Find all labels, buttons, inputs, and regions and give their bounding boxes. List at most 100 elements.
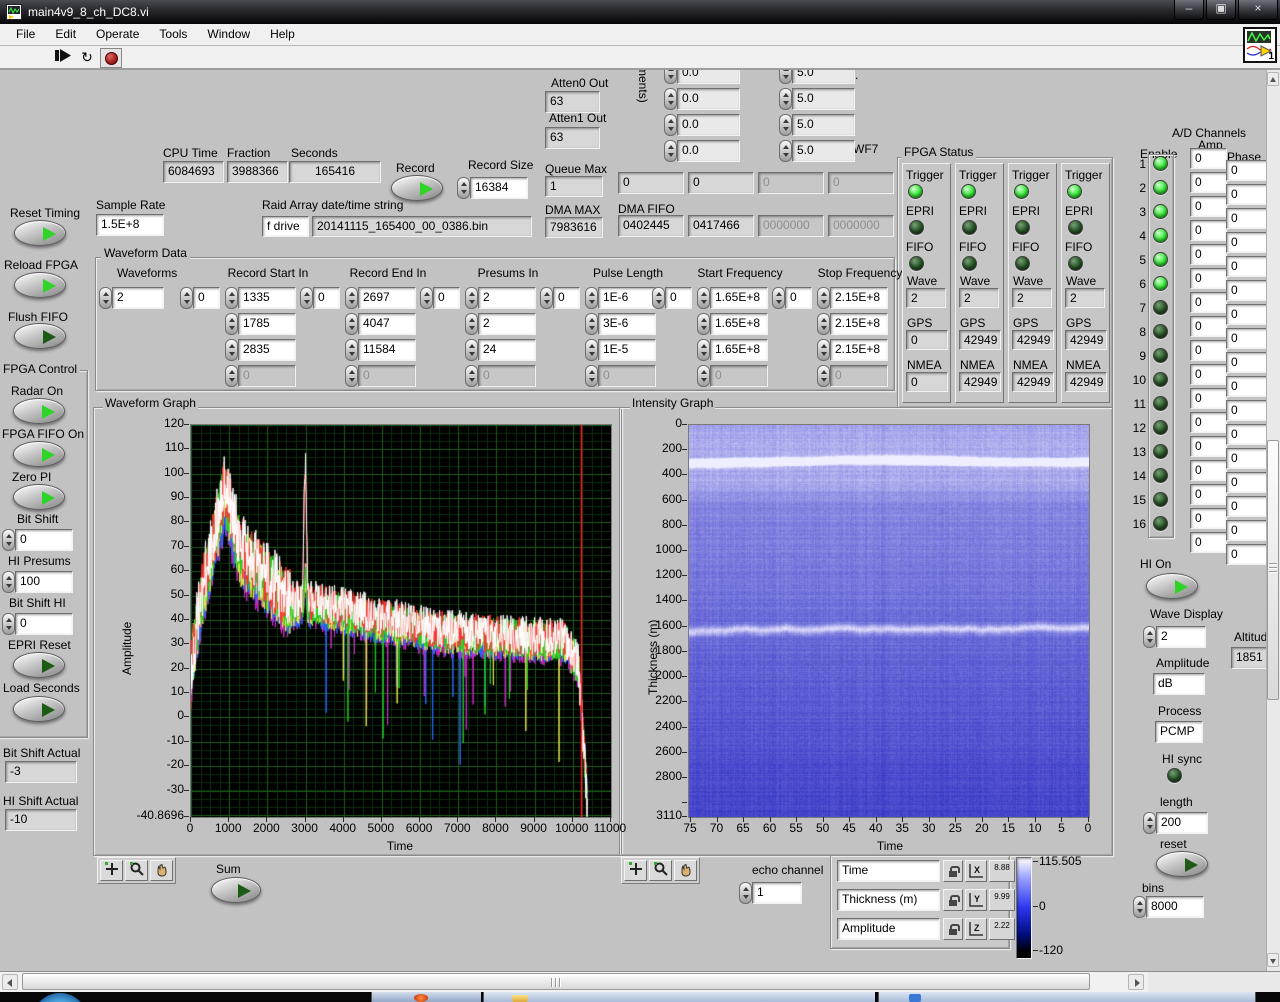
start-frequency-index-stepper[interactable] (652, 287, 665, 309)
wf-amp-stepper[interactable] (779, 114, 792, 136)
stop-frequency-stepper[interactable] (817, 339, 830, 361)
axis-name-field-z[interactable]: Amplitude (837, 918, 940, 940)
zero-pi-toggle[interactable] (13, 484, 65, 510)
start-frequency-field[interactable]: 1.65E+8 (710, 313, 768, 335)
record-start-in-field[interactable]: 1335 (238, 287, 296, 309)
ad-phase-field[interactable]: 0 (1226, 496, 1270, 517)
ad-phase-field[interactable]: 0 (1226, 280, 1270, 301)
menu-window[interactable]: Window (197, 24, 260, 45)
bit-shift-field[interactable]: 0 (15, 529, 73, 551)
ad-enable-led[interactable] (1153, 324, 1168, 339)
windows-taskbar[interactable] (0, 992, 1280, 1002)
pulse-length-stepper[interactable] (585, 365, 598, 387)
axis-format-button-z[interactable]: 2.22 (989, 918, 1015, 940)
abort-button[interactable] (100, 48, 122, 68)
intensity-plot-canvas[interactable] (688, 424, 1090, 818)
ad-enable-led[interactable] (1153, 468, 1168, 483)
reset-toggle[interactable] (1156, 851, 1208, 877)
start-frequency-index-field[interactable]: 0 (665, 287, 692, 309)
ad-amp-field[interactable]: 0 (1190, 196, 1227, 217)
wf-step-stepper[interactable] (664, 88, 677, 110)
wf-amp-stepper[interactable] (779, 88, 792, 110)
ad-amp-field[interactable]: 0 (1190, 484, 1227, 505)
ad-phase-field[interactable]: 0 (1226, 400, 1270, 421)
record-start-in-field[interactable]: 1785 (238, 313, 296, 335)
presums-in-index-stepper[interactable] (420, 287, 433, 309)
bins-stepper[interactable] (1133, 896, 1146, 918)
record-size-stepper[interactable] (457, 177, 470, 199)
presums-in-stepper[interactable] (465, 313, 478, 335)
bit-shift-hi-field[interactable]: 0 (15, 613, 73, 635)
ad-phase-field[interactable]: 0 (1226, 352, 1270, 373)
ad-phase-field[interactable]: 0 (1226, 184, 1270, 205)
axis-name-field-x[interactable]: Time (837, 860, 940, 882)
stop-frequency-stepper[interactable] (817, 365, 830, 387)
pulse-length-field[interactable]: 1E-6 (598, 287, 656, 309)
intensity-zoom-tool[interactable] (649, 860, 672, 881)
pulse-length-index-field[interactable]: 0 (553, 287, 580, 309)
fpga-fifo-on-toggle[interactable] (13, 441, 65, 467)
stop-frequency-field[interactable]: 2.15E+8 (830, 287, 888, 309)
record-end-in-field[interactable]: 2697 (358, 287, 416, 309)
load-seconds-toggle[interactable] (13, 696, 65, 722)
ad-enable-led[interactable] (1153, 156, 1168, 171)
ad-amp-field[interactable]: 0 (1190, 508, 1227, 529)
process-field[interactable]: PCMP (1155, 721, 1203, 743)
waveform-crosshair-tool[interactable] (100, 860, 123, 881)
wf-step-stepper[interactable] (664, 140, 677, 162)
ad-enable-led[interactable] (1153, 252, 1168, 267)
record-end-in-stepper[interactable] (345, 339, 358, 361)
record-start-in-index-field[interactable]: 0 (193, 287, 220, 309)
record-start-in-stepper[interactable] (225, 339, 238, 361)
stop-frequency-stepper[interactable] (817, 313, 830, 335)
ad-amp-field[interactable]: 0 (1190, 412, 1227, 433)
bit-shift-stepper[interactable] (2, 529, 15, 551)
presums-in-field[interactable]: 2 (478, 313, 536, 335)
stop-frequency-stepper[interactable] (817, 287, 830, 309)
ad-enable-led[interactable] (1153, 348, 1168, 363)
wf-amp-stepper[interactable] (779, 140, 792, 162)
wave-display-field[interactable]: 2 (1156, 626, 1206, 648)
ad-amp-field[interactable]: 0 (1190, 220, 1227, 241)
ad-phase-field[interactable]: 0 (1226, 160, 1270, 181)
pulse-length-field[interactable]: 3E-6 (598, 313, 656, 335)
ad-enable-led[interactable] (1153, 300, 1168, 315)
ad-phase-field[interactable]: 0 (1226, 376, 1270, 397)
run-button[interactable] (52, 48, 74, 68)
record-start-in-stepper[interactable] (225, 287, 238, 309)
ad-phase-field[interactable]: 0 (1226, 208, 1270, 229)
menu-operate[interactable]: Operate (86, 24, 149, 45)
axis-format-button-y[interactable]: 9.99 (989, 889, 1015, 911)
stop-frequency-index-stepper[interactable] (772, 287, 785, 309)
close-button[interactable]: × (1238, 0, 1278, 20)
menu-tools[interactable]: Tools (149, 24, 197, 45)
ad-phase-field[interactable]: 0 (1226, 472, 1270, 493)
taskbar-button[interactable] (371, 992, 481, 1002)
record-start-in-index-stepper[interactable] (180, 287, 193, 309)
ad-phase-field[interactable]: 0 (1226, 328, 1270, 349)
ad-enable-led[interactable] (1153, 276, 1168, 291)
restore-button[interactable]: ▣ (1206, 0, 1236, 20)
horizontal-scroll-thumb[interactable] (22, 973, 1090, 990)
sample-rate-field[interactable]: 1.5E+8 (96, 214, 164, 236)
pulse-length-stepper[interactable] (585, 287, 598, 309)
pulse-length-index-stepper[interactable] (540, 287, 553, 309)
waveforms-field[interactable]: 2 (112, 287, 164, 309)
ad-enable-led[interactable] (1153, 516, 1168, 531)
wf-step-field[interactable]: 0.0 (677, 88, 740, 110)
ad-enable-led[interactable] (1153, 492, 1168, 507)
start-frequency-stepper[interactable] (697, 365, 710, 387)
record-end-in-field[interactable]: 11584 (358, 339, 416, 361)
ad-enable-led[interactable] (1153, 444, 1168, 459)
waveforms-stepper[interactable] (99, 287, 112, 309)
wf-amp-field[interactable]: 5.0 (792, 140, 855, 162)
presums-in-stepper[interactable] (465, 339, 478, 361)
bins-field[interactable]: 8000 (1146, 896, 1204, 918)
raid-drive-field[interactable]: f drive (262, 216, 309, 237)
ad-enable-led[interactable] (1153, 204, 1168, 219)
scroll-down-arrow[interactable] (1267, 953, 1279, 967)
ad-amp-field[interactable]: 0 (1190, 316, 1227, 337)
ad-amp-field[interactable]: 0 (1190, 532, 1227, 553)
intensity-pan-tool[interactable] (674, 860, 697, 881)
menu-file[interactable]: File (6, 24, 45, 45)
